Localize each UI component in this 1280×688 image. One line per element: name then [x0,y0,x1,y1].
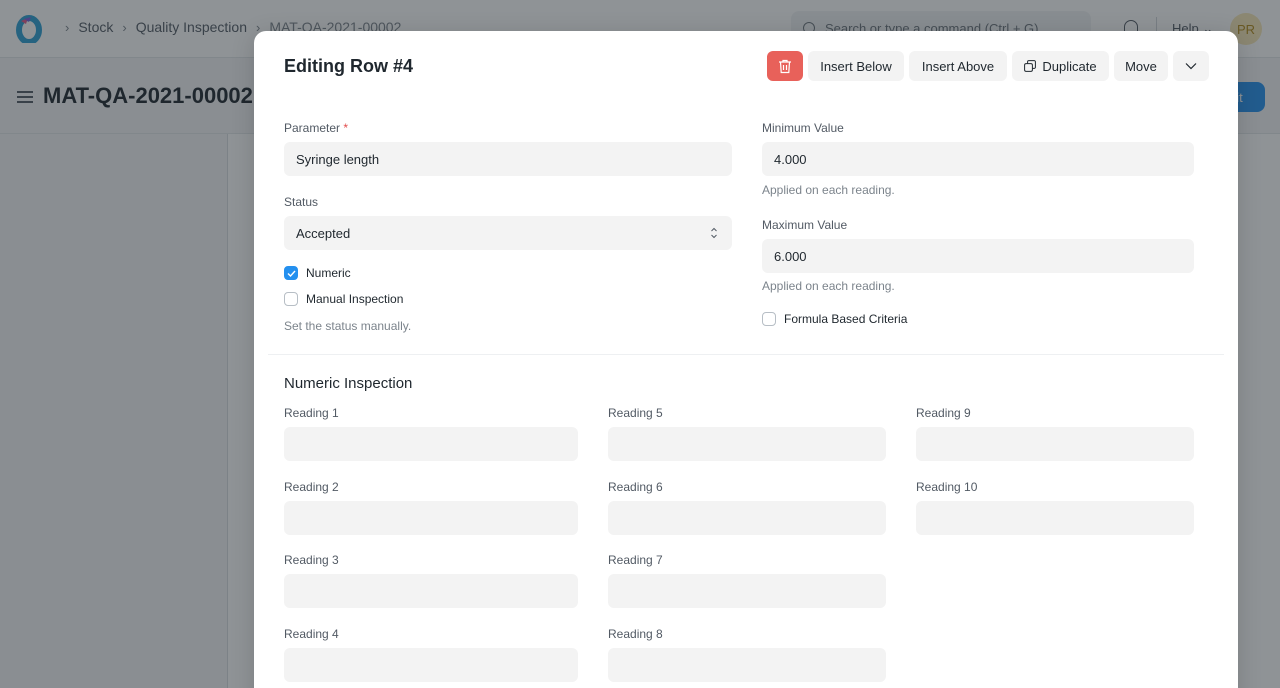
numeric-label: Numeric [306,266,351,280]
reading-input[interactable] [284,574,578,608]
more-actions-button[interactable] [1173,51,1209,81]
manual-inspection-help: Set the status manually. [284,319,412,333]
parameter-label: Parameter * [284,121,348,135]
manual-inspection-checkbox-row[interactable]: Manual Inspection [284,292,403,306]
trash-icon [779,59,791,73]
check-icon [287,270,296,277]
insert-below-button[interactable]: Insert Below [808,51,904,81]
status-value: Accepted [296,225,351,241]
duplicate-icon [1024,60,1037,72]
reading-input[interactable] [916,427,1194,461]
parameter-input[interactable]: Syringe length [284,142,732,176]
reading-label: Reading 7 [608,553,663,567]
reading-input[interactable] [284,427,578,461]
reading-label: Reading 1 [284,406,339,420]
edit-row-dialog: Editing Row #4 Insert Below Insert Above… [254,31,1238,688]
minimum-value-label: Minimum Value [762,121,844,135]
manual-inspection-label: Manual Inspection [306,292,404,306]
minimum-value-input[interactable]: 4.000 [762,142,1194,176]
reading-label: Reading 6 [608,480,663,494]
dialog-title: Editing Row #4 [284,56,414,76]
reading-input[interactable] [284,501,578,535]
reading-label: Reading 9 [916,406,971,420]
reading-input[interactable] [608,574,886,608]
formula-based-criteria-label: Formula Based Criteria [784,312,908,326]
minimum-value-help: Applied on each reading. [762,183,895,197]
manual-inspection-checkbox[interactable] [284,292,298,306]
reading-input[interactable] [608,427,886,461]
reading-label: Reading 3 [284,553,339,567]
reading-input[interactable] [284,648,578,682]
reading-input[interactable] [608,648,886,682]
maximum-value-input[interactable]: 6.000 [762,239,1194,273]
section-divider [268,354,1224,355]
status-label: Status [284,195,319,209]
reading-label: Reading 10 [916,480,978,494]
insert-above-button[interactable]: Insert Above [909,51,1007,81]
maximum-value-help: Applied on each reading. [762,279,895,293]
numeric-inspection-title: Numeric Inspection [284,375,413,392]
formula-based-criteria-row[interactable]: Formula Based Criteria [762,312,907,326]
formula-based-criteria-checkbox[interactable] [762,312,776,326]
reading-input[interactable] [608,501,886,535]
move-button[interactable]: Move [1114,51,1168,81]
numeric-checkbox[interactable] [284,266,298,280]
numeric-checkbox-row[interactable]: Numeric [284,266,351,280]
status-select[interactable]: Accepted [284,216,732,250]
maximum-value-label: Maximum Value [762,218,848,232]
reading-label: Reading 2 [284,480,339,494]
duplicate-button[interactable]: Duplicate [1012,51,1109,81]
reading-label: Reading 4 [284,627,339,641]
required-mark: * [343,121,349,135]
delete-row-button[interactable] [767,51,803,81]
parameter-label-text: Parameter [284,121,341,135]
chevron-down-icon [1185,63,1197,70]
reading-label: Reading 8 [608,627,663,641]
duplicate-label: Duplicate [1042,58,1097,74]
select-arrows-icon [711,227,717,239]
reading-label: Reading 5 [608,406,663,420]
reading-input[interactable] [916,501,1194,535]
